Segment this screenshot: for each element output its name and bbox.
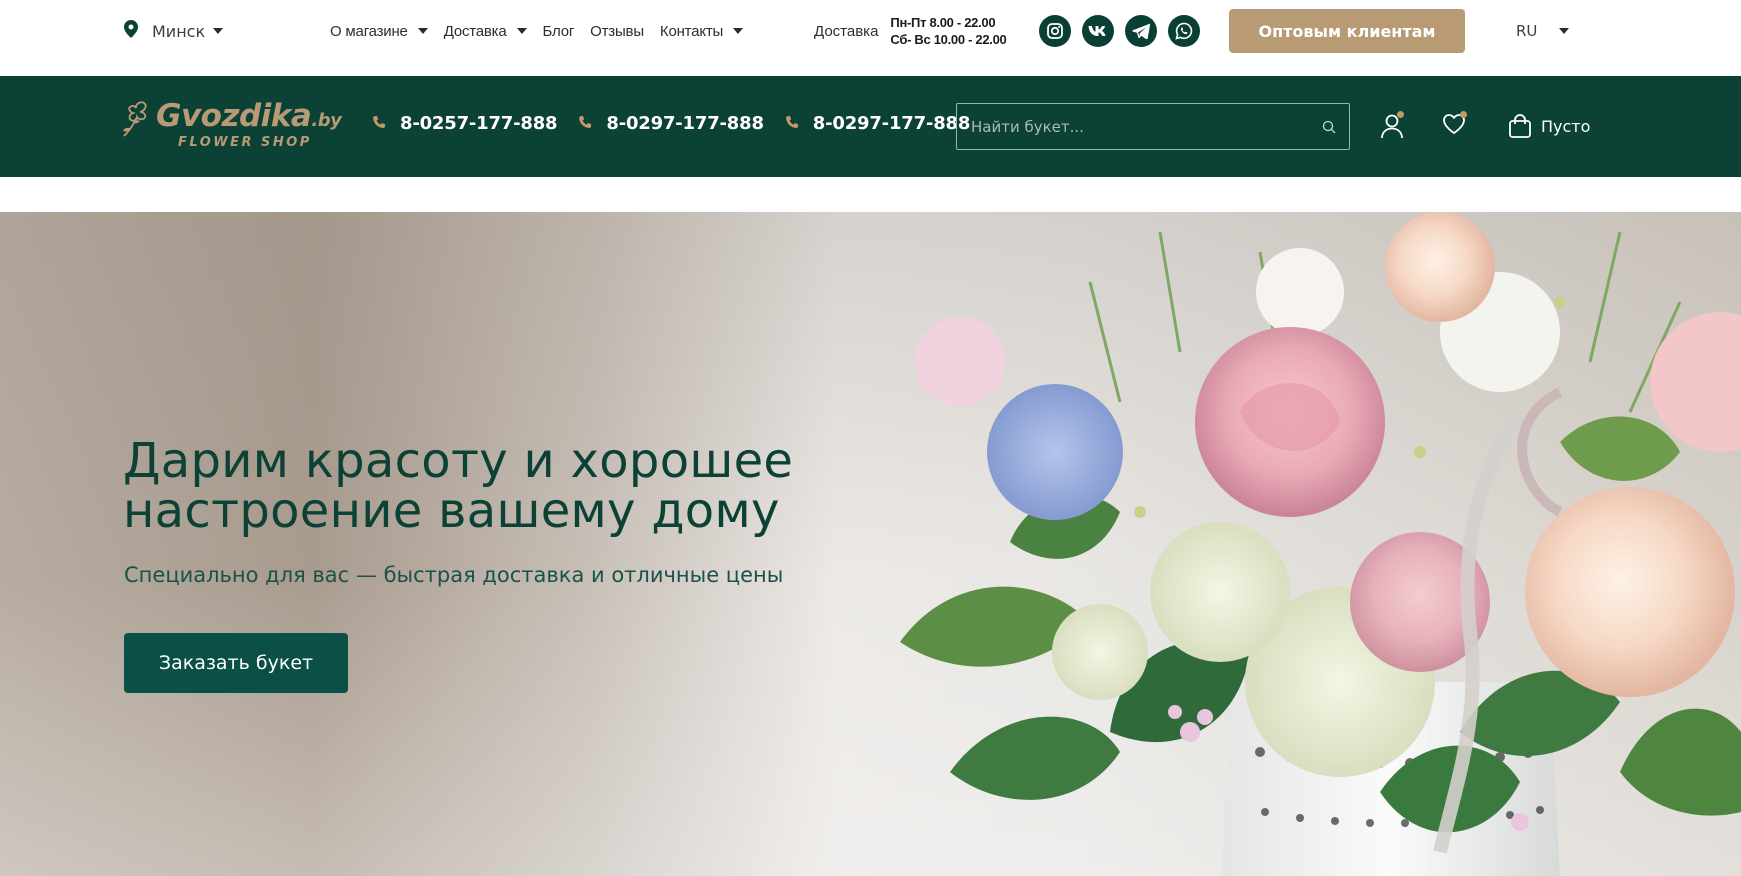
top-nav: О магазине Доставка Блог Отзывы Контакты [330,20,759,42]
instagram-icon[interactable] [1039,15,1071,47]
nav-item-about[interactable]: О магазине [330,23,428,40]
telegram-icon[interactable] [1125,15,1157,47]
phone-icon [373,115,386,129]
nav-label: Контакты [659,22,724,40]
nav-item-reviews[interactable]: Отзывы [590,23,644,40]
notification-dot [1397,111,1404,118]
phone-link[interactable]: 8-0297-177-888 [577,113,764,134]
language-label: RU [1516,22,1538,40]
delivery-hours: Доставка Пн-Пт 8.00 - 22.00 Сб- Вс 10.00… [814,14,1007,48]
nav-label: Отзывы [590,22,644,40]
notification-dot [1460,111,1467,118]
logo-tld: .by [311,110,342,131]
cart-label: Пусто [1541,116,1591,136]
social-links [1039,15,1200,47]
search-button[interactable] [1309,104,1349,149]
cart-button[interactable]: Пусто [1507,113,1590,139]
wishlist-button[interactable] [1442,111,1467,139]
nav-item-contacts[interactable]: Контакты [659,22,744,40]
order-bouquet-button[interactable]: Заказать букет [124,633,348,693]
phone-icon [579,115,592,129]
chevron-down-icon [417,28,428,34]
flower-logo-icon [123,101,147,137]
chevron-down-icon [213,28,224,34]
nav-label: Доставка [443,22,507,40]
city-label: Минск [152,21,206,41]
chevron-down-icon [516,28,527,34]
phone-number: 8-0297-177-888 [812,113,971,134]
phone-link[interactable]: 8-0297-177-888 [784,113,970,134]
hero-title: Дарим красоту и хорошее настроение вашем… [123,433,794,539]
phone-icon [785,115,799,129]
city-selector[interactable]: Минск [124,20,224,42]
phone-link[interactable]: 8-0257-177-888 [371,113,558,134]
main-header: Gvozdika.by FLOWER SHOP 8-0257-177-888 8… [0,76,1741,177]
hours-weekend: Сб- Вс 10.00 - 22.00 [890,32,1007,47]
vk-icon[interactable] [1082,15,1114,47]
chevron-down-icon [733,28,744,34]
hours-block: Пн-Пт 8.00 - 22.00 Сб- Вс 10.00 - 22.00 [890,14,1006,48]
basket-icon [1509,114,1531,138]
search-icon [1322,120,1336,133]
language-selector[interactable]: RU [1516,20,1570,42]
hero-subtitle: Специально для вас — быстрая доставка и … [124,563,784,587]
nav-label: Блог [542,22,575,40]
delivery-label: Доставка [814,22,879,40]
wholesale-button[interactable]: Оптовым клиентам [1229,9,1465,53]
phone-list: 8-0257-177-888 8-0297-177-888 8-0297-177… [371,113,970,134]
logo-word: Gvozdika [156,98,312,134]
hours-weekdays: Пн-Пт 8.00 - 22.00 [890,15,996,30]
nav-label: О магазине [330,22,408,40]
location-pin-icon [124,20,138,42]
whatsapp-icon[interactable] [1168,15,1200,47]
nav-item-delivery[interactable]: Доставка [444,23,527,40]
logo-wordmark: Gvozdika.by [156,98,342,134]
nav-item-blog[interactable]: Блог [543,23,575,40]
search-box [956,103,1350,150]
logo-tagline: FLOWER SHOP [178,135,312,150]
phone-number: 8-0257-177-888 [400,113,558,134]
flower-bouquet-image [900,212,1741,876]
search-input[interactable] [957,104,1309,149]
logo[interactable]: Gvozdika.by FLOWER SHOP [122,98,352,154]
top-bar: Минск О магазине Доставка Блог Отзывы Ко… [0,0,1741,76]
chevron-down-icon [1559,28,1570,34]
account-button[interactable] [1380,111,1404,143]
hero-banner: Дарим красоту и хорошее настроение вашем… [0,212,1741,876]
phone-number: 8-0297-177-888 [606,113,764,134]
